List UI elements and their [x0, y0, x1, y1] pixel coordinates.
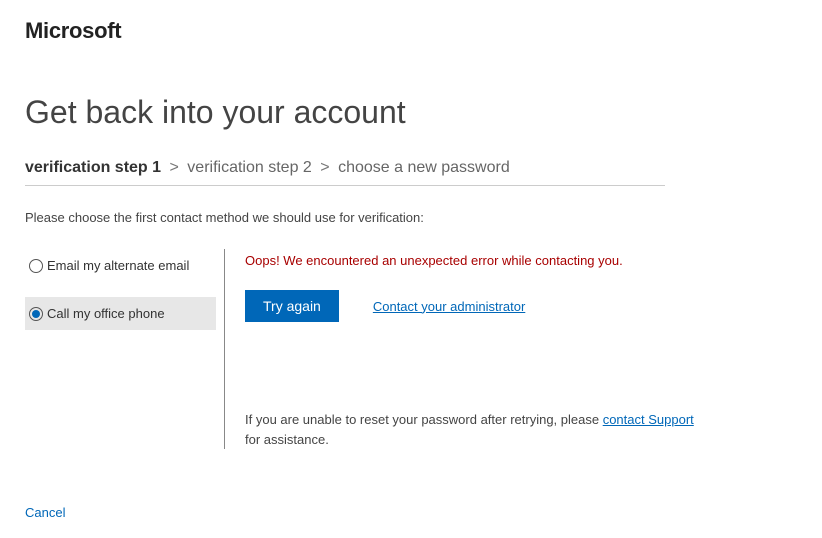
breadcrumb-separator: > — [166, 159, 183, 176]
contact-administrator-link[interactable]: Contact your administrator — [373, 299, 525, 314]
method-email-alternate[interactable]: Email my alternate email — [25, 249, 216, 282]
support-text-before: If you are unable to reset your password… — [245, 412, 603, 427]
verification-panel: Oops! We encountered an unexpected error… — [225, 249, 705, 449]
breadcrumb-step-3: choose a new password — [338, 159, 510, 176]
instructions-text: Please choose the first contact method w… — [25, 210, 797, 225]
contact-methods-list: Email my alternate email Call my office … — [25, 249, 225, 449]
method-label: Call my office phone — [47, 306, 165, 321]
radio-icon — [29, 307, 43, 321]
support-text-after: for assistance. — [245, 432, 329, 447]
contact-support-link[interactable]: contact Support — [603, 412, 694, 427]
radio-icon — [29, 259, 43, 273]
support-text: If you are unable to reset your password… — [245, 410, 705, 449]
action-row: Try again Contact your administrator — [245, 290, 705, 322]
error-message: Oops! We encountered an unexpected error… — [245, 253, 705, 268]
breadcrumb-step-2: verification step 2 — [187, 159, 312, 176]
page-title: Get back into your account — [25, 94, 797, 131]
breadcrumb: verification step 1 > verification step … — [25, 159, 665, 186]
breadcrumb-separator: > — [316, 159, 333, 176]
microsoft-logo: Microsoft — [25, 18, 797, 44]
cancel-link[interactable]: Cancel — [25, 505, 65, 520]
body-area: Email my alternate email Call my office … — [25, 249, 797, 449]
method-call-office[interactable]: Call my office phone — [25, 297, 216, 330]
method-label: Email my alternate email — [47, 258, 189, 273]
try-again-button[interactable]: Try again — [245, 290, 339, 322]
breadcrumb-step-1: verification step 1 — [25, 159, 161, 176]
